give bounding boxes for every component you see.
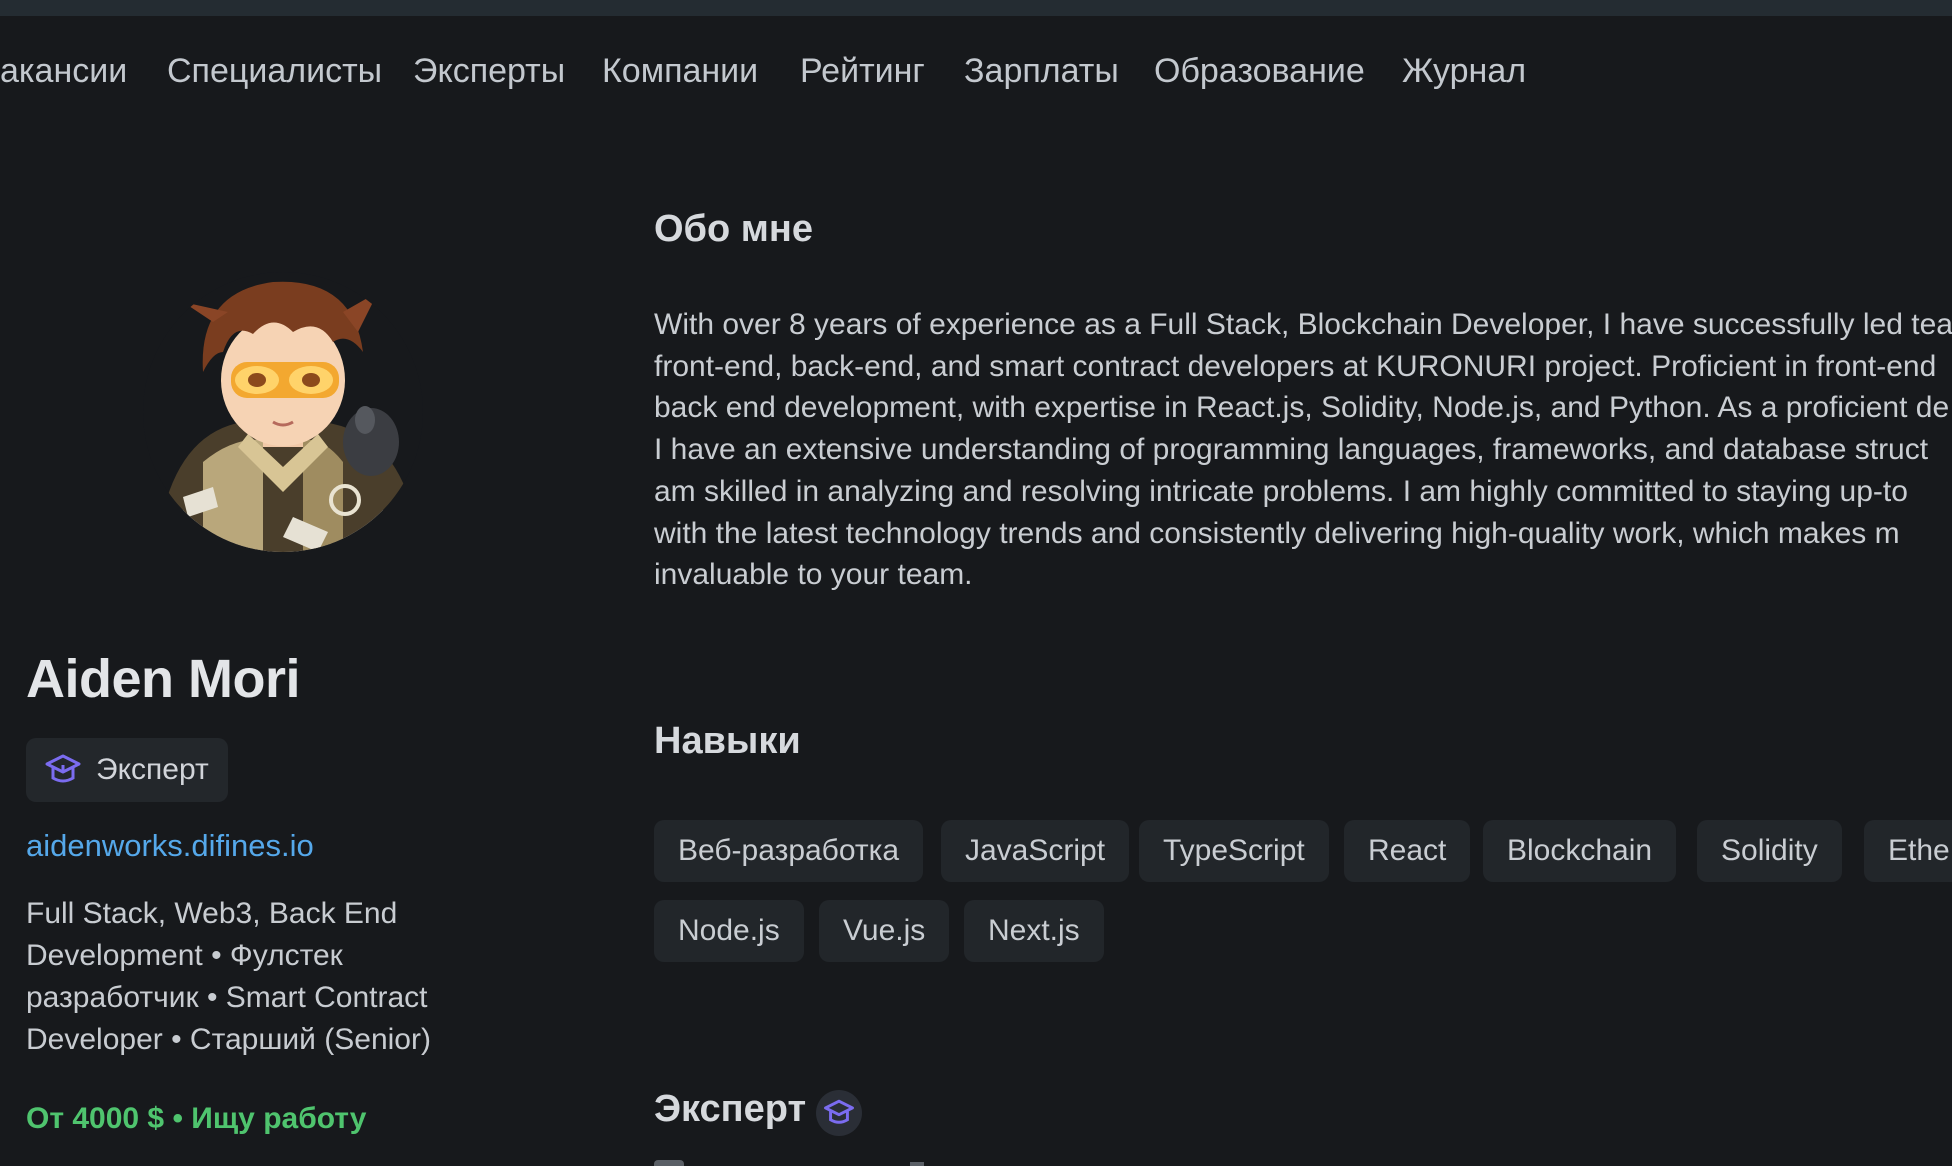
nav-item-rating[interactable]: Рейтинг xyxy=(800,52,925,91)
skill-chip[interactable]: Next.js xyxy=(964,900,1104,962)
nav-item-journal[interactable]: Журнал xyxy=(1402,52,1526,91)
skill-chip[interactable]: Blockchain xyxy=(1483,820,1677,882)
profile-name: Aiden Mori xyxy=(26,649,301,709)
expert-section-title: Эксперт xyxy=(654,1088,807,1130)
roles-line: Developer • Старший (Senior) xyxy=(26,1023,431,1056)
skill-chip[interactable]: React xyxy=(1344,820,1471,882)
about-line: with the latest technology trends and co… xyxy=(654,516,1900,550)
skill-chip[interactable]: Vue.js xyxy=(819,900,950,962)
nav-item-companies[interactable]: Компании xyxy=(602,52,758,91)
about-title: Обо мне xyxy=(654,208,813,250)
expert-badge[interactable]: Эксперт xyxy=(26,738,228,802)
cut-off-element xyxy=(654,1160,684,1166)
about-line: am skilled in analyzing and resolving in… xyxy=(654,474,1908,508)
skill-chip[interactable]: TypeScript xyxy=(1139,820,1329,882)
skills-row-1: Веб-разработка JavaScript TypeScript Rea… xyxy=(654,820,1952,882)
cut-off-element xyxy=(910,1162,924,1166)
about-text: With over 8 years of experience as a Ful… xyxy=(654,304,1952,596)
website-link[interactable]: aidenworks.difines.io xyxy=(26,828,314,864)
nav-item-salaries[interactable]: Зарплаты xyxy=(964,52,1119,91)
nav-item-experts[interactable]: Эксперты xyxy=(413,52,565,91)
roles-line: разработчик • Smart Contract xyxy=(26,981,428,1014)
about-line: back end development, with expertise in … xyxy=(654,391,1950,425)
about-line: invaluable to your team. xyxy=(654,558,973,592)
skill-chip[interactable]: Ethe xyxy=(1864,820,1952,882)
about-line: With over 8 years of experience as a Ful… xyxy=(654,308,1952,341)
skill-chip[interactable]: Node.js xyxy=(654,900,804,962)
roles-list: Full Stack, Web3, Back End Development •… xyxy=(26,893,466,1061)
nav-item-education[interactable]: Образование xyxy=(1154,52,1365,91)
roles-line: Full Stack, Web3, Back End xyxy=(26,897,398,930)
skills-title: Навыки xyxy=(654,720,801,762)
skill-chip[interactable]: JavaScript xyxy=(941,820,1130,882)
nav-item-specialists[interactable]: Специалисты xyxy=(167,52,382,91)
nav-item-vacancies[interactable]: акансии xyxy=(0,52,127,91)
about-line: I have an extensive understanding of pro… xyxy=(654,433,1929,467)
avatar xyxy=(143,262,423,562)
top-bar xyxy=(0,0,1952,16)
skill-chip[interactable]: Solidity xyxy=(1697,820,1842,882)
graduation-cap-icon xyxy=(44,751,82,789)
graduation-cap-icon xyxy=(816,1090,862,1136)
salary-status: От 4000 $ • Ищу работу xyxy=(26,1102,367,1135)
skills-row-2: Node.js Vue.js Next.js xyxy=(654,900,1952,962)
about-line: front-end, back-end, and smart contract … xyxy=(654,349,1937,383)
roles-line: Development • Фулстек xyxy=(26,939,343,972)
skill-chip[interactable]: Веб-разработка xyxy=(654,820,924,882)
expert-badge-label: Эксперт xyxy=(96,753,209,786)
